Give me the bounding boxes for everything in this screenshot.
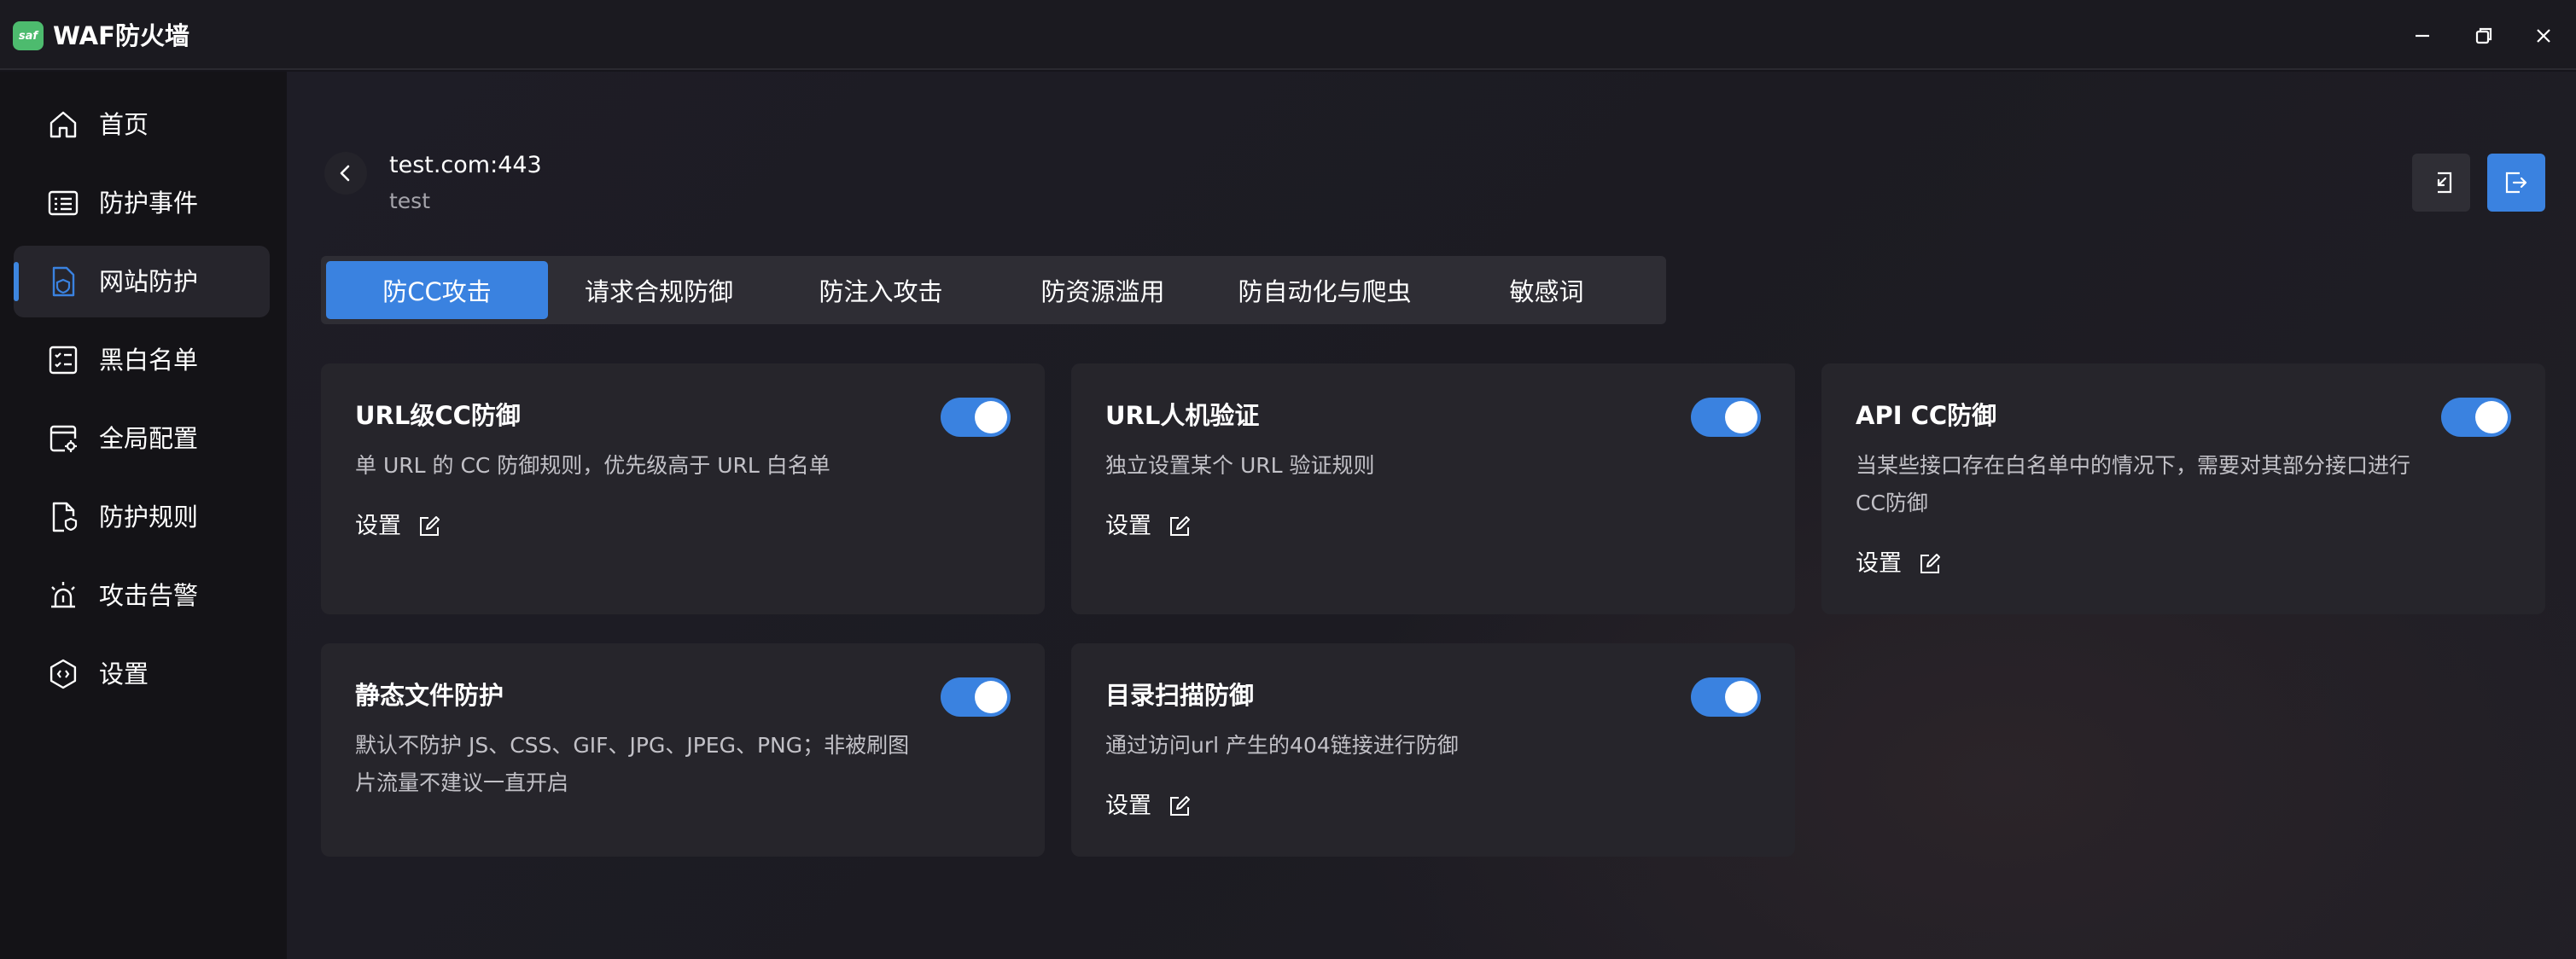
home-icon [46,108,80,142]
app-logo: saf [13,21,44,50]
card-description: 独立设置某个 URL 验证规则 [1105,453,1375,478]
tab-anti-injection[interactable]: 防注入攻击 [770,261,992,319]
card-title: API CC防御 [1856,401,1997,430]
sidebar-item-label: 防护规则 [99,503,199,532]
tab-resource-abuse[interactable]: 防资源滥用 [992,261,1214,319]
app-logo-text: saf [18,29,38,43]
card-title: URL级CC防御 [355,401,521,430]
edit-icon [417,514,442,539]
checklist-icon [46,343,80,377]
sidebar-item-label: 网站防护 [99,267,199,296]
card-api-cc: API CC防御 当某些接口存在白名单中的情况下，需要对其部分接口进行CC防御 … [1821,363,2545,614]
import-button[interactable] [2412,154,2470,212]
global-config-icon [46,421,80,456]
sidebar-item-global-config[interactable]: 全局配置 [14,403,270,474]
toggle-knob [975,401,1007,433]
sidebar-item-site-protection[interactable]: 网站防护 [14,246,270,317]
settings-label: 设置 [1856,550,1902,577]
export-icon [2505,171,2527,194]
enable-toggle[interactable] [1691,677,1761,717]
sidebar-item-label: 首页 [99,110,149,139]
sidebar-item-label: 攻击告警 [99,581,199,610]
card-title: URL人机验证 [1105,401,1260,430]
enable-toggle[interactable] [2441,398,2511,437]
card-title: 静态文件防护 [355,681,504,710]
tab-anti-cc[interactable]: 防CC攻击 [326,261,548,319]
card-url-captcha: URL人机验证 独立设置某个 URL 验证规则 设置 [1071,363,1795,614]
alarm-icon [46,578,80,613]
list-icon [46,186,80,220]
settings-link[interactable]: 设置 [355,509,442,544]
card-description: 单 URL 的 CC 防御规则，优先级高于 URL 白名单 [355,453,830,478]
chevron-left-icon [340,165,350,182]
site-shield-icon [46,264,80,299]
export-button[interactable] [2487,154,2545,212]
toggle-knob [1725,681,1757,713]
settings-link[interactable]: 设置 [1105,509,1192,544]
toggle-knob [975,681,1007,713]
site-host: test.com:443 [389,152,542,178]
sidebar-item-settings[interactable]: 设置 [14,638,270,710]
site-name: test [389,189,431,213]
enable-toggle[interactable] [941,398,1011,437]
edit-icon [1167,514,1192,539]
sidebar-item-home[interactable]: 首页 [14,89,270,160]
edit-icon [1917,551,1943,577]
sidebar-item-label: 设置 [99,660,149,689]
minimize-button[interactable] [2405,19,2439,53]
card-description: 当某些接口存在白名单中的情况下，需要对其部分接口进行CC防御 [1856,453,2411,515]
sidebar-item-blacklist[interactable]: 黑白名单 [14,324,270,396]
tab-sensitive-words[interactable]: 敏感词 [1436,261,1658,319]
minimize-icon [2416,34,2429,38]
sidebar-item-label: 黑白名单 [99,346,199,375]
sidebar: 首页 防护事件 网站防护 黑白名单 全局配置 防护规则 攻击告警 设置 [0,72,287,959]
settings-label: 设置 [1105,513,1151,539]
card-dir-scan: 目录扫描防御 通过访问url 产生的404链接进行防御 设置 [1071,643,1795,857]
card-description: 默认不防护 JS、CSS、GIF、JPG、JPEG、PNG；非被刷图片流量不建议… [355,733,910,795]
tab-anti-bot[interactable]: 防自动化与爬虫 [1214,261,1436,319]
settings-label: 设置 [355,513,401,539]
back-button[interactable] [324,152,367,195]
protection-tabs: 防CC攻击 请求合规防御 防注入攻击 防资源滥用 防自动化与爬虫 敏感词 [321,256,1666,324]
enable-toggle[interactable] [1691,398,1761,437]
rule-doc-icon [46,500,80,534]
sidebar-item-label: 防护事件 [99,189,199,218]
restore-icon [2475,27,2492,44]
card-url-cc: URL级CC防御 单 URL 的 CC 防御规则，优先级高于 URL 白名单 设… [321,363,1045,614]
app-title: WAF防火墙 [53,21,189,50]
tab-request-compliance[interactable]: 请求合规防御 [548,261,770,319]
close-icon [2537,29,2550,43]
settings-link[interactable]: 设置 [1105,788,1192,824]
close-button[interactable] [2526,19,2561,53]
sidebar-item-label: 全局配置 [99,424,199,453]
settings-link[interactable]: 设置 [1856,546,1943,582]
toggle-knob [1725,401,1757,433]
settings-label: 设置 [1105,793,1151,819]
sidebar-item-alerts[interactable]: 攻击告警 [14,560,270,631]
edit-icon [1167,793,1192,819]
card-description: 通过访问url 产生的404链接进行防御 [1105,733,1459,758]
card-static-files: 静态文件防护 默认不防护 JS、CSS、GIF、JPG、JPEG、PNG；非被刷… [321,643,1045,857]
import-icon [2437,171,2452,194]
sidebar-item-events[interactable]: 防护事件 [14,167,270,239]
enable-toggle[interactable] [941,677,1011,717]
toggle-knob [2475,401,2508,433]
gear-icon [46,657,80,691]
card-title: 目录扫描防御 [1105,681,1255,710]
title-bar: saf WAF防火墙 [0,0,2576,70]
restore-button[interactable] [2467,19,2501,53]
sidebar-item-rules[interactable]: 防护规则 [14,481,270,553]
